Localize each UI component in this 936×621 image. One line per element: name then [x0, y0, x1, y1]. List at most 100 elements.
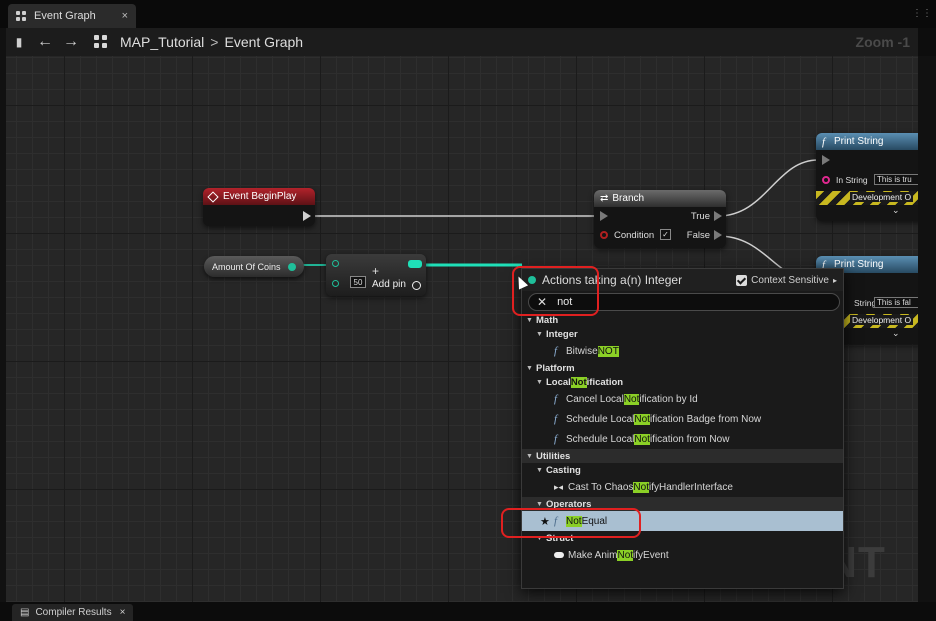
- checkbox[interactable]: [736, 274, 748, 286]
- node-header: Event BeginPlay: [203, 188, 315, 205]
- category-label: Utilities: [536, 450, 571, 462]
- category-label: Math: [536, 314, 559, 326]
- in-string-label: In String: [836, 175, 868, 185]
- actions-popup[interactable]: Actions taking a(n) Integer Context Sens…: [521, 268, 844, 589]
- exec-in-pin[interactable]: [600, 211, 608, 221]
- action-schedule-notification[interactable]: f Schedule Local Not ification from Now: [522, 429, 843, 449]
- event-icon: [207, 190, 219, 203]
- close-icon[interactable]: ×: [122, 10, 128, 22]
- tab-label: Event Graph: [34, 10, 96, 22]
- category-platform[interactable]: ▼ Platform: [522, 361, 843, 375]
- compiler-results-icon: ▤: [20, 607, 30, 618]
- in-string-field[interactable]: This is fal: [874, 297, 918, 308]
- function-icon: f: [554, 413, 558, 425]
- int-in-pin-a[interactable]: [332, 260, 339, 267]
- node-header: f Print String: [816, 133, 918, 150]
- node-header: ⇄ Branch: [594, 190, 726, 207]
- condition-label: Condition: [614, 230, 655, 241]
- function-icon: f: [822, 135, 826, 148]
- branch-icon: ⇄: [600, 193, 609, 204]
- chevron-down-icon[interactable]: ⌄: [892, 205, 900, 216]
- category-label: Integer: [546, 328, 578, 340]
- action-schedule-badge[interactable]: f Schedule Local Not ification Badge from …: [522, 409, 843, 429]
- chevron-down-icon: ▼: [526, 316, 533, 324]
- struct-icon: [554, 552, 564, 558]
- graph-icon: [94, 35, 112, 49]
- match-highlight: Not: [633, 481, 649, 493]
- action-make-anim-notify-event[interactable]: Make Anim Not ifyEvent: [522, 545, 843, 565]
- category-casting[interactable]: ▼ Casting: [522, 463, 843, 477]
- forward-arrow-icon[interactable]: →: [58, 28, 84, 56]
- action-label: Cancel Local: [566, 393, 624, 405]
- branch-node[interactable]: ⇄ Branch True Condition ✓ False: [594, 190, 726, 248]
- false-label: False: [686, 230, 710, 241]
- add-pin-icon[interactable]: [412, 281, 421, 290]
- chevron-right-icon: ▸: [832, 275, 837, 285]
- node-title: Print String: [834, 136, 884, 147]
- action-label: Cast To Chaos: [568, 481, 634, 493]
- int-out-pin[interactable]: [288, 262, 296, 271]
- bookmark-icon[interactable]: ▮: [6, 28, 32, 56]
- exec-wire-true: [717, 159, 819, 217]
- in-string-field[interactable]: This is tru: [874, 174, 918, 185]
- action-bitwise-not[interactable]: f Bitwise NOT: [522, 341, 843, 361]
- tab-event-graph[interactable]: Event Graph ×: [8, 4, 136, 28]
- annotation-not-equal-highlight: [501, 508, 641, 538]
- int-out-pin[interactable]: [408, 260, 422, 268]
- add-pin-button[interactable]: Add pin: [372, 279, 406, 290]
- category-label: Platform: [536, 362, 575, 374]
- bottom-panel-bar: [0, 602, 936, 621]
- graph-toolbar: ▮ ← → MAP_Tutorial > Event Graph Zoom -1: [6, 28, 918, 56]
- match-highlight: Not: [617, 549, 634, 561]
- context-sensitive-label: Context Sensitive: [751, 274, 829, 286]
- action-cancel-local-notification[interactable]: f Cancel Local Not ification by Id: [522, 389, 843, 409]
- breadcrumb-leaf[interactable]: Event Graph: [224, 34, 303, 50]
- category-integer[interactable]: ▼ Integer: [522, 327, 843, 341]
- category-local-notification[interactable]: ▼ Local Not ification: [522, 375, 843, 389]
- back-arrow-icon[interactable]: ←: [32, 28, 58, 56]
- tab-compiler-results[interactable]: ▤ Compiler Results ×: [12, 604, 134, 621]
- category-label-rest: ification: [586, 376, 624, 388]
- category-label: Local: [546, 376, 571, 388]
- chevron-down-icon: ▼: [526, 364, 533, 372]
- node-title: Branch: [612, 193, 645, 204]
- breadcrumb-root[interactable]: MAP_Tutorial: [120, 34, 204, 50]
- true-label: True: [690, 211, 710, 222]
- action-label-rest: ifyEvent: [633, 549, 669, 561]
- exec-out-pin[interactable]: [303, 211, 311, 221]
- chevron-down-icon: ▼: [526, 452, 533, 460]
- panel-options-icon[interactable]: ⋮⋮: [912, 8, 932, 19]
- value-field[interactable]: 50: [350, 276, 366, 288]
- exec-in-pin[interactable]: [822, 155, 830, 165]
- action-cast-to-chaos[interactable]: ▸◂ Cast To Chaos Not ifyHandlerInterface: [522, 477, 843, 497]
- print-string-node[interactable]: f Print String In String This is tru Dev…: [816, 133, 918, 221]
- event-beginplay-node[interactable]: Event BeginPlay: [203, 188, 315, 226]
- action-label-rest: ification Badge from Now: [649, 413, 762, 425]
- condition-pin[interactable]: [600, 231, 608, 239]
- match-highlight: Not: [570, 376, 587, 388]
- chevron-down-icon: ▼: [536, 378, 543, 386]
- match-highlight: Not: [634, 413, 650, 425]
- amount-of-coins-node[interactable]: Amount Of Coins: [204, 256, 304, 277]
- condition-checkbox[interactable]: ✓: [660, 229, 671, 240]
- exec-true-pin[interactable]: [714, 211, 722, 221]
- close-icon[interactable]: ×: [120, 607, 126, 618]
- action-label: Make Anim: [568, 549, 618, 561]
- in-string-label: String: [854, 298, 877, 308]
- string-in-pin[interactable]: [822, 176, 830, 184]
- action-label: Bitwise: [566, 345, 598, 357]
- development-only-banner: Development O: [816, 191, 918, 205]
- add-node[interactable]: 50 + Add pin: [326, 254, 426, 296]
- right-panel-edge: [918, 56, 936, 602]
- graph-icon: [16, 11, 28, 21]
- category-label: Casting: [546, 464, 581, 476]
- node-title: Amount Of Coins: [212, 261, 281, 272]
- chevron-down-icon[interactable]: ⌄: [892, 328, 900, 339]
- breadcrumb-separator: >: [210, 34, 219, 50]
- function-icon: f: [554, 433, 558, 445]
- context-sensitive-toggle[interactable]: Context Sensitive ▸: [736, 274, 837, 286]
- int-in-pin-b[interactable]: [332, 280, 339, 287]
- cast-icon: ▸◂: [554, 481, 564, 492]
- category-utilities[interactable]: ▼ Utilities: [522, 449, 843, 463]
- exec-false-pin[interactable]: [714, 230, 722, 240]
